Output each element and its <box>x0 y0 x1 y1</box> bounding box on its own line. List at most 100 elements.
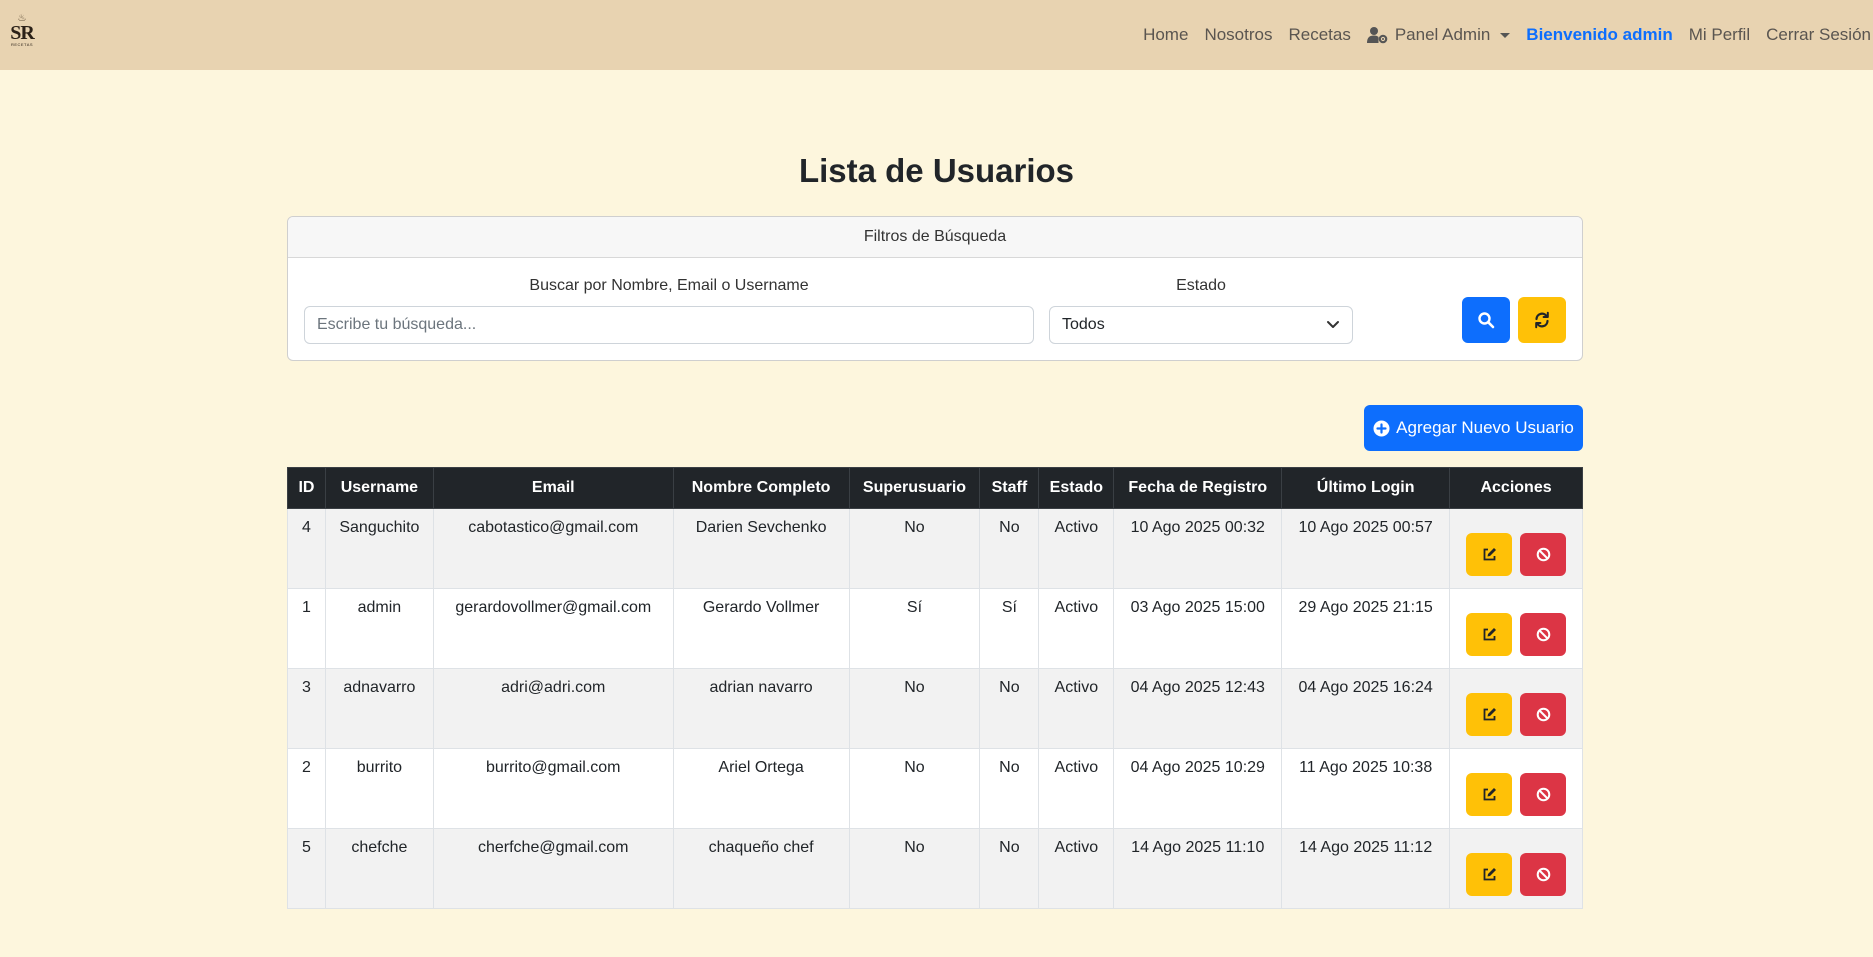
page-title: Lista de Usuarios <box>798 152 1075 189</box>
cell-username: chefche <box>324 828 434 909</box>
status-select[interactable]: Todos <box>1049 306 1353 344</box>
nav-recipes[interactable]: Recetas <box>1280 25 1358 45</box>
column-header-email[interactable]: Email <box>432 467 674 509</box>
deactivate-user-button[interactable] <box>1520 773 1567 816</box>
edit-user-button[interactable] <box>1466 853 1513 896</box>
column-header-staff[interactable]: Staff <box>979 467 1040 509</box>
column-header-username[interactable]: Username <box>324 467 434 509</box>
nav-admin-panel-label: Panel Admin <box>1394 25 1491 44</box>
cell-username: admin <box>324 588 434 669</box>
brand-logo[interactable]: ♨ SR RECETAS <box>6 14 38 50</box>
table-row: 3 adnavarro adri@adri.com adrian navarro… <box>287 668 1583 749</box>
edit-icon <box>1483 868 1496 881</box>
cell-email: adri@adri.com <box>432 668 674 749</box>
column-header-status[interactable]: Estado <box>1038 467 1115 509</box>
nav-about[interactable]: Nosotros <box>1196 25 1280 45</box>
cell-registered: 04 Ago 2025 10:29 <box>1113 748 1283 829</box>
cell-last-login: 11 Ago 2025 10:38 <box>1281 748 1451 829</box>
cell-last-login: 04 Ago 2025 16:24 <box>1281 668 1451 749</box>
edit-icon <box>1483 548 1496 561</box>
search-input[interactable] <box>304 306 1034 344</box>
search-button[interactable] <box>1462 297 1510 343</box>
nav-home[interactable]: Home <box>1135 25 1196 45</box>
cell-actions <box>1449 588 1583 669</box>
cell-actions <box>1449 748 1583 829</box>
cell-last-login: 14 Ago 2025 11:12 <box>1281 828 1451 909</box>
cell-staff: No <box>979 828 1040 909</box>
add-user-label: Agregar Nuevo Usuario <box>1396 418 1574 437</box>
cell-id: 4 <box>287 508 326 589</box>
ban-icon <box>1536 627 1550 642</box>
edit-icon <box>1483 788 1496 801</box>
cell-id: 5 <box>287 828 326 909</box>
cell-staff: Sí <box>979 588 1040 669</box>
column-header-last-login[interactable]: Último Login <box>1281 467 1451 509</box>
cell-email: cabotastico@gmail.com <box>432 508 674 589</box>
filter-card: Filtros de Búsqueda Buscar por Nombre, E… <box>287 216 1583 361</box>
cell-registered: 03 Ago 2025 15:00 <box>1113 588 1283 669</box>
cell-staff: No <box>979 668 1040 749</box>
column-header-full-name[interactable]: Nombre Completo <box>672 467 850 509</box>
nav-logout[interactable]: Cerrar Sesión <box>1758 25 1873 45</box>
cell-email: burrito@gmail.com <box>432 748 674 829</box>
column-header-id[interactable]: ID <box>287 467 326 509</box>
cell-actions <box>1449 828 1583 909</box>
cell-full-name: Gerardo Vollmer <box>672 588 850 669</box>
logo-subtext: RECETAS <box>10 42 34 47</box>
cell-username: burrito <box>324 748 434 829</box>
nav-admin-panel-dropdown[interactable]: Panel Admin <box>1359 25 1518 45</box>
cell-id: 3 <box>287 668 326 749</box>
cell-status: Activo <box>1038 828 1115 909</box>
column-header-superuser[interactable]: Superusuario <box>848 467 981 509</box>
chevron-down-icon <box>1327 321 1339 328</box>
search-icon <box>1478 312 1495 329</box>
cell-superuser: No <box>848 508 981 589</box>
table-row: 5 chefche cherfche@gmail.com chaqueño ch… <box>287 828 1583 909</box>
cell-registered: 04 Ago 2025 12:43 <box>1113 668 1283 749</box>
users-table: ID Username Email Nombre Completo Superu… <box>287 467 1583 909</box>
chevron-down-icon <box>1500 32 1511 38</box>
table-body: 4 Sanguchito cabotastico@gmail.com Darie… <box>287 508 1583 909</box>
ban-icon <box>1536 787 1550 802</box>
cell-status: Activo <box>1038 508 1115 589</box>
cell-superuser: Sí <box>848 588 981 669</box>
status-label: Estado <box>1176 277 1226 294</box>
cell-actions <box>1449 668 1583 749</box>
user-gear-icon <box>1366 27 1388 44</box>
logo-text: SR <box>10 22 35 44</box>
column-header-registered[interactable]: Fecha de Registro <box>1113 467 1283 509</box>
reset-button[interactable] <box>1518 297 1566 343</box>
cell-status: Activo <box>1038 748 1115 829</box>
edit-user-button[interactable] <box>1466 773 1513 816</box>
edit-user-button[interactable] <box>1466 613 1513 656</box>
ban-icon <box>1536 547 1550 562</box>
cell-full-name: Ariel Ortega <box>672 748 850 829</box>
cell-staff: No <box>979 748 1040 829</box>
table-header-row: ID Username Email Nombre Completo Superu… <box>287 467 1583 509</box>
edit-icon <box>1483 628 1496 641</box>
table-row: 4 Sanguchito cabotastico@gmail.com Darie… <box>287 508 1583 589</box>
cell-last-login: 10 Ago 2025 00:57 <box>1281 508 1451 589</box>
deactivate-user-button[interactable] <box>1520 533 1567 576</box>
navbar: ♨ SR RECETAS Home Nosotros Recetas Panel… <box>0 0 1873 70</box>
nav-profile[interactable]: Mi Perfil <box>1681 25 1758 45</box>
add-user-button[interactable]: Agregar Nuevo Usuario <box>1364 405 1583 451</box>
ban-icon <box>1536 867 1550 882</box>
table-row: 2 burrito burrito@gmail.com Ariel Ortega… <box>287 748 1583 829</box>
deactivate-user-button[interactable] <box>1520 693 1567 736</box>
filter-card-header: Filtros de Búsqueda <box>288 217 1582 258</box>
cell-id: 2 <box>287 748 326 829</box>
cell-status: Activo <box>1038 668 1115 749</box>
table-row: 1 admin gerardovollmer@gmail.com Gerardo… <box>287 588 1583 669</box>
cell-actions <box>1449 508 1583 589</box>
deactivate-user-button[interactable] <box>1520 613 1567 656</box>
cell-full-name: adrian navarro <box>672 668 850 749</box>
deactivate-user-button[interactable] <box>1520 853 1567 896</box>
cell-full-name: Darien Sevchenko <box>672 508 850 589</box>
edit-user-button[interactable] <box>1466 693 1513 736</box>
edit-user-button[interactable] <box>1466 533 1513 576</box>
column-header-actions: Acciones <box>1449 467 1583 509</box>
search-label: Buscar por Nombre, Email o Username <box>529 277 809 294</box>
cell-username: Sanguchito <box>324 508 434 589</box>
cell-staff: No <box>979 508 1040 589</box>
